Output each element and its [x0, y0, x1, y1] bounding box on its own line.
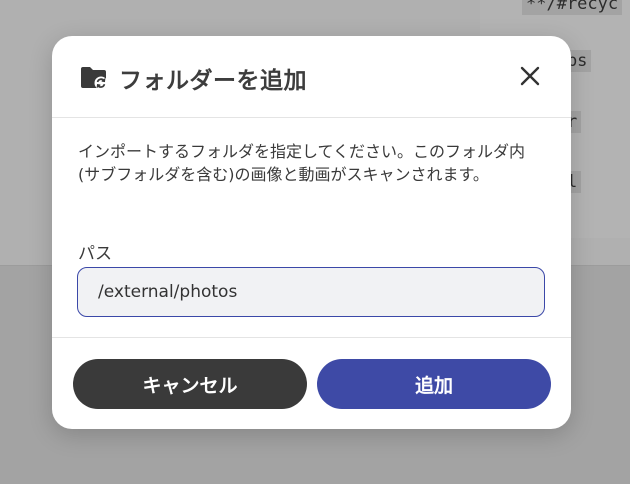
header-divider	[52, 117, 571, 118]
dialog-title: フォルダーを追加	[119, 68, 307, 94]
path-label: パス	[78, 244, 112, 264]
folder-sync-icon	[81, 67, 108, 90]
close-icon[interactable]	[518, 64, 542, 88]
footer-divider	[52, 337, 571, 338]
path-input[interactable]	[77, 267, 545, 317]
dialog-description: インポートするフォルダを指定してください。このフォルダ内(サブフォルダを含む)の…	[78, 142, 526, 184]
add-folder-dialog: フォルダーを追加 インポートするフォルダを指定してください。このフォルダ内(サブ…	[52, 36, 571, 429]
cancel-button[interactable]: キャンセル	[73, 359, 307, 409]
background-code-line: **/#recyc	[522, 0, 623, 15]
dialog-header: フォルダーを追加	[52, 36, 571, 117]
add-button[interactable]: 追加	[317, 359, 551, 409]
